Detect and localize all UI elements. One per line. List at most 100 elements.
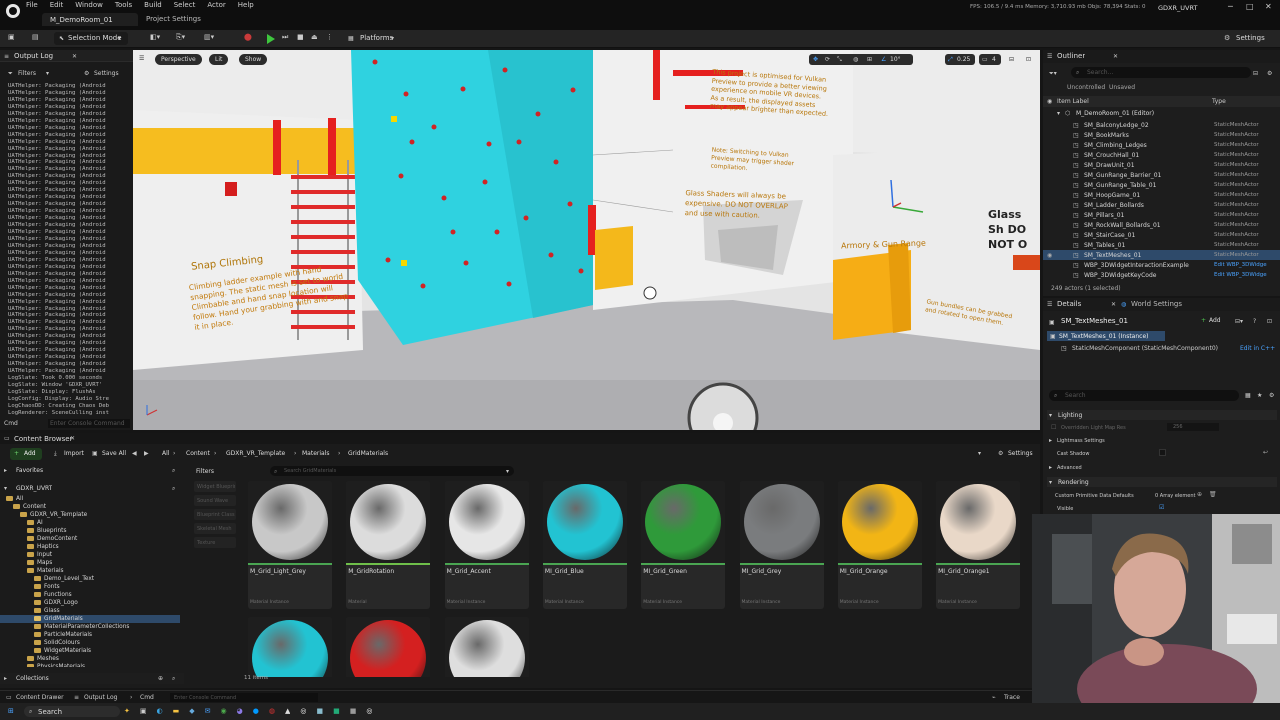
platforms-dropdown[interactable]: ▦ Platforms ▾ [347,32,397,45]
log-cmd-selector[interactable]: Cmd [4,419,24,428]
filter-chip[interactable]: Skeletal Mesh [194,523,236,534]
prop-advanced[interactable]: ▸ Advanced [1047,463,1277,472]
app-icon[interactable]: ■ [316,707,323,715]
search-icon[interactable]: ⌕ [172,467,175,475]
log-filters-button[interactable]: ⏷ Filters ▾ [8,68,49,78]
maximize-viewport-icon[interactable]: ⊡ [1026,56,1031,63]
mail-icon[interactable]: ✉ [205,707,211,715]
chrome-icon[interactable]: ◉ [221,707,227,715]
chevron-down-icon[interactable]: ▾ [978,450,981,457]
transform-tools[interactable]: ✥ ⟳ ⤡ ◍ ⊞ ∠ 10° [809,54,913,65]
folder-tree-item[interactable]: Blueprints [0,527,180,535]
col-type[interactable]: Type [1212,98,1226,105]
outliner-row[interactable]: ◳ SM_Tables_01 StaticMeshActor [1043,240,1280,250]
details-settings-icon[interactable]: ⚙ [1269,392,1274,399]
surface-snap-icon[interactable]: ⊞ [867,56,872,63]
asset-tile[interactable]: MI_Grid_Orange1 Material Instance [936,481,1021,609]
perspective-button[interactable]: Perspective [155,54,202,65]
widgets-icon[interactable]: ✦ [124,707,130,715]
windows-start-icon[interactable]: ⊞ [8,707,14,715]
static-mesh-component-row[interactable]: ◳ StaticMeshComponent (StaticMeshCompone… [1047,343,1277,353]
folder-tree-item[interactable]: Functions [0,591,180,599]
tab-world-settings[interactable]: World Settings [1131,300,1182,308]
edit-cpp-link[interactable]: Edit in C++ [1240,345,1275,352]
cast-shadow-checkbox[interactable] [1159,449,1166,456]
asset-search-input[interactable]: ⌕ Search GridMaterials ▾ [270,466,514,476]
asset-tile[interactable]: MI_Grid_Grey Material Instance [739,481,824,609]
cinematics-icon[interactable]: ▥▾ [204,33,214,41]
asset-tile[interactable] [248,617,332,677]
edge-icon[interactable]: ◐ [157,707,163,715]
asset-tile[interactable]: MI_Grid_Green Material Instance [641,481,726,609]
outliner-row-type[interactable]: Edit WBP_3DWidge [1214,272,1267,278]
scale-tool-icon[interactable]: ⤡ [837,56,842,64]
outliner-row[interactable]: ◳ WBP_3DWidgetInteractionExample Edit WBP_… [1043,260,1280,270]
log-settings-button[interactable]: ⚙ Settings [84,68,130,78]
filter-chip[interactable]: Blueprint Class [194,509,236,520]
menu-window[interactable]: Window [75,1,103,9]
menu-build[interactable]: Build [144,1,162,9]
outliner-row[interactable]: ◳ SM_BookMarks StaticMeshActor [1043,130,1280,140]
section-rendering[interactable]: ▾ Rendering [1047,477,1277,487]
folder-tree-item[interactable]: GDXR_Logo [0,599,180,607]
outliner-row-type[interactable]: Edit WBP_3DWidge [1214,262,1267,268]
filter-unsaved[interactable]: Unsaved [1109,84,1135,91]
details-search-input[interactable]: ⌕ Search [1049,390,1239,401]
outliner-row[interactable]: ◳ SM_StairCase_01 StaticMeshActor [1043,230,1280,240]
visibility-eye-icon[interactable]: ◉ [1047,252,1052,259]
close-tab-icon[interactable]: ✕ [1111,301,1116,308]
asset-tile[interactable] [346,617,431,677]
world-local-icon[interactable]: ◍ [853,56,858,63]
asset-tile[interactable]: MI_Grid_Orange Material Instance [837,481,922,609]
folder-tree-item[interactable]: Materials [0,567,180,575]
steam-icon[interactable]: ● [253,707,259,715]
cmd-selector[interactable]: › Cmd [130,693,160,702]
section-lighting[interactable]: ▾ Lighting [1047,410,1277,420]
close-tab-icon[interactable]: ✕ [1113,53,1118,60]
folder-tree-item[interactable]: Haptics [0,543,180,551]
filter-uncontrolled[interactable]: Uncontrolled [1067,84,1105,91]
app-icon[interactable]: ■ [333,707,340,715]
outliner-row[interactable]: ◳ SM_Pillars_01 StaticMeshActor [1043,210,1280,220]
log-cmd-input[interactable]: Enter Console Command [48,419,130,428]
app-icon[interactable]: ■ [350,707,357,715]
expand-icon[interactable]: ▾ [1057,110,1060,117]
folder-tree-item[interactable]: Meshes [0,655,180,663]
breadcrumb-content[interactable]: Content [186,450,210,457]
import-button[interactable]: ⤓ Import [52,448,84,460]
outliner-options-icon[interactable]: ⊟ [1253,70,1258,77]
rotate-tool-icon[interactable]: ⟳ [825,56,830,63]
menu-help[interactable]: Help [238,1,254,9]
content-drawer-button[interactable]: ▭ Content Drawer [6,693,66,702]
unreal-logo-icon[interactable] [6,4,20,18]
outliner-row[interactable]: ◳ SM_HoopGame_01 StaticMeshActor [1043,190,1280,200]
add-component-button[interactable]: + Add [1201,316,1227,326]
save-icon[interactable]: ▣ [8,33,15,41]
menu-file[interactable]: File [26,1,38,9]
property-matrix-icon[interactable]: ▦ [1245,392,1251,399]
lock-icon[interactable]: ⊡ [1267,318,1272,325]
prop-lightmass[interactable]: ▸ Lightmass Settings [1047,436,1277,445]
visible-checkbox[interactable]: ☑ [1159,504,1164,511]
cmd-input[interactable]: Enter Console Command [170,693,318,702]
outliner-root-row[interactable]: ▾ ⬡ M_DemoRoom_01 (Editor) [1043,109,1280,118]
tab-details[interactable]: Details [1057,300,1081,308]
outliner-row[interactable]: ◳ SM_BalconyLedge_02 StaticMeshActor [1043,120,1280,130]
tab-map[interactable]: M_DemoRoom_01 [42,13,138,26]
prop-override-input[interactable]: 256 [1167,423,1219,431]
folder-tree-item[interactable]: Maps [0,559,180,567]
actor-name[interactable]: SM_TextMeshes_01 [1061,317,1128,325]
selection-mode-dropdown[interactable]: ⬉ Selection Mode ▾ [54,32,128,45]
show-button[interactable]: Show [239,54,268,65]
tab-project-settings[interactable]: Project Settings [146,15,201,23]
folder-tree-item[interactable]: AI [0,519,180,527]
lit-button[interactable]: Lit [209,54,229,65]
folder-tree-item[interactable]: ParticleMaterials [0,631,180,639]
move-tool-icon[interactable]: ✥ [813,56,818,63]
camera-speed[interactable]: ▭ 4 [979,54,1001,65]
store-icon[interactable]: ◆ [189,707,194,715]
outliner-row[interactable]: ◳ SM_Climbing_Ledges StaticMeshActor [1043,140,1280,150]
toolbar-settings-button[interactable]: ⚙ Settings [1224,32,1276,45]
close-tab-icon[interactable]: ✕ [70,435,75,442]
minimize-icon[interactable]: ─ [1228,2,1233,11]
